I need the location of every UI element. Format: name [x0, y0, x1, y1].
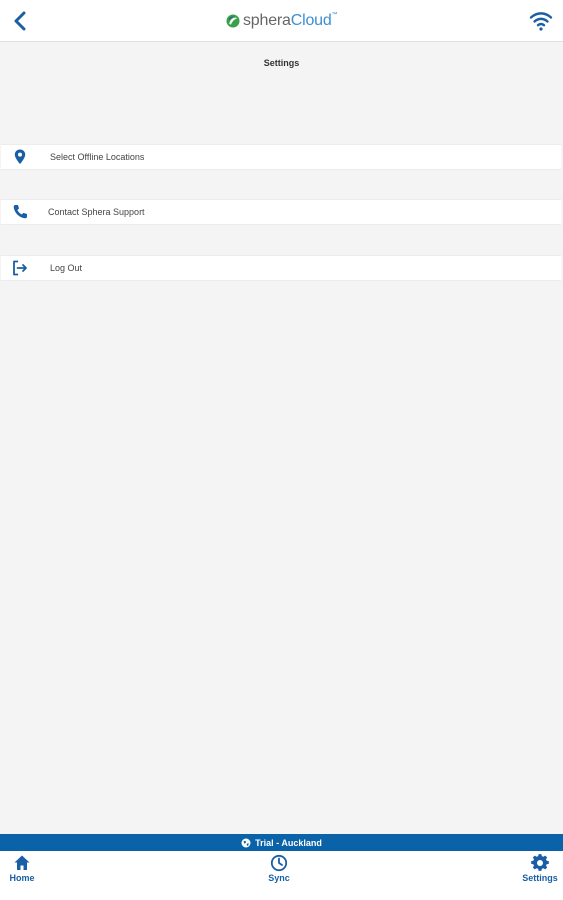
map-pin-icon	[14, 149, 26, 164]
tab-label: Sync	[268, 873, 290, 883]
globe-icon	[241, 838, 251, 847]
wifi-icon	[529, 12, 553, 31]
environment-label: Trial - Auckland	[255, 837, 322, 848]
app-header: sphera Cloud ™	[0, 0, 563, 42]
phone-icon	[13, 205, 27, 219]
back-button[interactable]	[8, 8, 32, 34]
menu-item-label: Contact Sphera Support	[48, 207, 145, 217]
connectivity-button[interactable]	[529, 10, 553, 32]
page-title: Settings	[263, 58, 300, 68]
sphera-logo-icon	[226, 14, 240, 28]
tab-label: Settings	[522, 873, 558, 883]
clock-icon	[270, 854, 288, 872]
tab-sync[interactable]: Sync	[264, 851, 294, 891]
tab-label: Home	[9, 873, 35, 883]
bottom-tab-bar: Home Sync Settings	[0, 851, 563, 900]
menu-item-label: Select Offline Locations	[50, 152, 145, 162]
contact-support-item[interactable]: Contact Sphera Support	[1, 199, 561, 225]
logout-icon	[13, 260, 27, 276]
sphera-cloud-logo: sphera Cloud ™	[226, 10, 338, 32]
home-icon	[14, 855, 30, 870]
logo-text-sphera: sphera	[243, 12, 291, 29]
chevron-left-icon	[14, 11, 26, 31]
environment-status-bar: Trial - Auckland	[0, 834, 563, 851]
menu-item-label: Log Out	[50, 263, 83, 273]
gear-icon	[531, 854, 549, 871]
logo-text-cloud: Cloud	[290, 12, 332, 29]
tab-home[interactable]: Home	[6, 851, 38, 891]
logo-trademark: ™	[331, 12, 338, 18]
tab-settings[interactable]: Settings	[518, 851, 562, 891]
log-out-item[interactable]: Log Out	[1, 255, 561, 281]
select-offline-locations-item[interactable]: Select Offline Locations	[1, 144, 561, 170]
